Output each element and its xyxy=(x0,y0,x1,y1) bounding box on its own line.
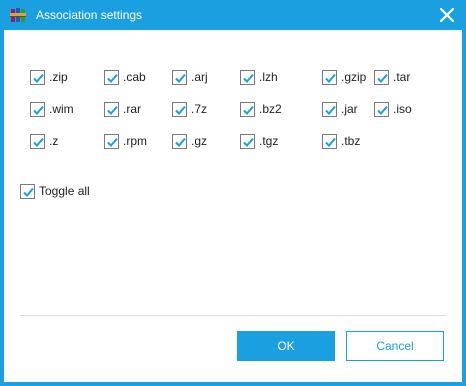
close-button[interactable] xyxy=(436,4,458,26)
extension-checkbox[interactable]: .jar xyxy=(322,100,358,118)
extension-label: .rar xyxy=(123,102,141,116)
toggle-all-label: Toggle all xyxy=(39,184,90,198)
checkmark-icon xyxy=(175,137,186,147)
extension-label: .cab xyxy=(123,70,146,84)
checkbox-box[interactable] xyxy=(240,101,255,117)
extension-label: .tgz xyxy=(259,134,279,148)
extension-checkbox[interactable]: .gz xyxy=(172,132,207,150)
extension-checkbox[interactable]: .gzip xyxy=(322,68,366,86)
extension-label: .tar xyxy=(393,70,411,84)
checkbox-box[interactable] xyxy=(172,101,187,117)
dialog-body: .zip .cab .arj .lzh .gzip .tar .wim .rar .7z .bz2… xyxy=(4,30,462,382)
checkmark-icon xyxy=(107,105,118,115)
window-title: Association settings xyxy=(36,8,143,22)
toggle-all-checkbox[interactable]: Toggle all xyxy=(20,182,90,200)
association-settings-dialog: Association settings .zip .cab .arj .lzh .gz… xyxy=(0,0,466,386)
extension-checkbox[interactable]: .iso xyxy=(374,100,412,118)
extension-checkbox[interactable]: .tbz xyxy=(322,132,360,150)
checkbox-box[interactable] xyxy=(374,69,389,85)
checkbox-box[interactable] xyxy=(172,133,187,149)
checkbox-box[interactable] xyxy=(322,133,337,149)
checkmark-icon xyxy=(33,105,44,115)
checkbox-box[interactable] xyxy=(240,69,255,85)
winrar-books-icon xyxy=(10,7,26,23)
checkbox-box[interactable] xyxy=(322,69,337,85)
extension-label: .jar xyxy=(341,102,358,116)
checkmark-icon xyxy=(243,105,254,115)
extension-label: .iso xyxy=(393,102,412,116)
extension-checkbox[interactable]: .rar xyxy=(104,100,141,118)
cancel-button[interactable]: Cancel xyxy=(346,331,444,361)
checkmark-icon xyxy=(377,73,388,83)
extension-checkbox[interactable]: .wim xyxy=(30,100,74,118)
checkmark-icon xyxy=(377,105,388,115)
extension-label: .rpm xyxy=(123,134,147,148)
checkbox-box[interactable] xyxy=(104,133,119,149)
checkmark-icon xyxy=(107,73,118,83)
checkmark-icon xyxy=(33,73,44,83)
checkbox-box[interactable] xyxy=(240,133,255,149)
extension-checkbox[interactable]: .zip xyxy=(30,68,68,86)
checkbox-box[interactable] xyxy=(322,101,337,117)
extension-label: .gz xyxy=(191,134,208,148)
checkbox-box[interactable] xyxy=(30,133,45,149)
checkmark-icon xyxy=(243,137,254,147)
checkbox-box[interactable] xyxy=(374,101,389,117)
extension-checkbox[interactable]: .lzh xyxy=(240,68,278,86)
checkmark-icon xyxy=(243,73,254,83)
extension-label: .7z xyxy=(191,102,208,116)
extension-label: .bz2 xyxy=(259,102,282,116)
checkmark-icon xyxy=(325,137,336,147)
checkbox-box[interactable] xyxy=(104,69,119,85)
checkmark-icon xyxy=(325,73,336,83)
checkmark-icon xyxy=(107,137,118,147)
checkbox-box[interactable] xyxy=(20,183,35,199)
extension-checkbox-grid: .zip .cab .arj .lzh .gzip .tar .wim .rar .7z .bz2… xyxy=(30,68,450,150)
checkmark-icon xyxy=(175,105,186,115)
extension-checkbox[interactable]: .tar xyxy=(374,68,410,86)
extension-checkbox[interactable]: .rpm xyxy=(104,132,147,150)
checkbox-box[interactable] xyxy=(30,69,45,85)
extension-checkbox[interactable]: .7z xyxy=(172,100,207,118)
extension-checkbox[interactable]: .z xyxy=(30,132,58,150)
checkmark-icon xyxy=(175,73,186,83)
checkmark-icon xyxy=(325,105,336,115)
ok-button[interactable]: OK xyxy=(237,331,335,361)
extension-label: .wim xyxy=(49,102,74,116)
footer-divider xyxy=(20,315,446,316)
extension-label: .z xyxy=(49,134,59,148)
title-bar[interactable]: Association settings xyxy=(0,0,466,30)
extension-checkbox[interactable]: .tgz xyxy=(240,132,278,150)
extension-checkbox[interactable]: .arj xyxy=(172,68,208,86)
extension-label: .arj xyxy=(191,70,208,84)
checkmark-icon xyxy=(23,187,34,197)
checkbox-box[interactable] xyxy=(172,69,187,85)
extension-checkbox[interactable]: .cab xyxy=(104,68,146,86)
close-icon xyxy=(440,8,454,22)
extension-label: .lzh xyxy=(259,70,278,84)
extension-label: .gzip xyxy=(341,70,367,84)
checkbox-box[interactable] xyxy=(30,101,45,117)
extension-label: .zip xyxy=(49,70,68,84)
extension-checkbox[interactable]: .bz2 xyxy=(240,100,282,118)
checkbox-box[interactable] xyxy=(104,101,119,117)
extension-label: .tbz xyxy=(341,134,361,148)
checkmark-icon xyxy=(33,137,44,147)
